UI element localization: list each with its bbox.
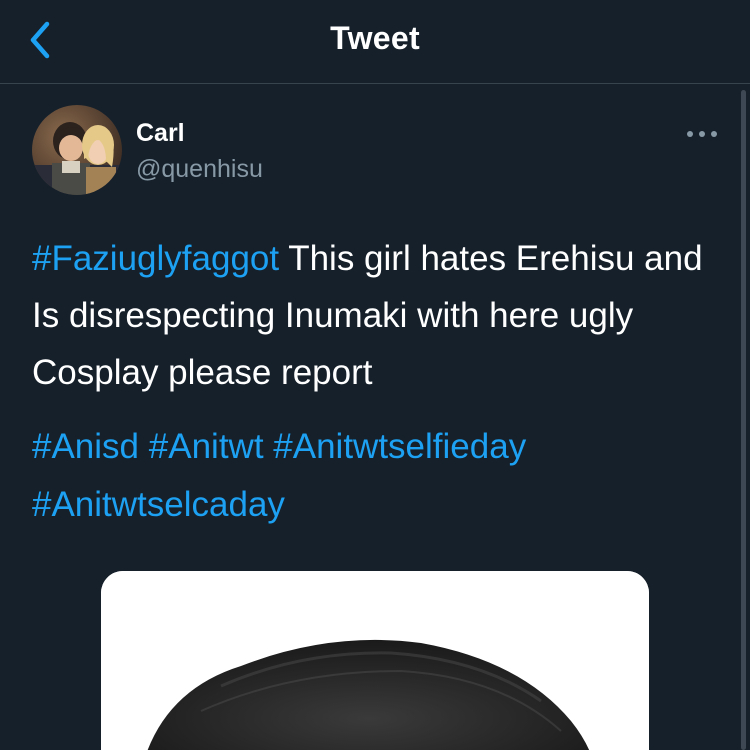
scrollbar[interactable]	[741, 90, 746, 750]
tweet-detail-screen: Tweet Carl @quenhisu #Faziuglyfaggot Thi…	[0, 0, 750, 750]
nav-header: Tweet	[0, 0, 750, 84]
hashtag-link[interactable]: #Anitwtselfieday	[273, 427, 526, 466]
hashtag-link[interactable]: #Anitwtselcaday	[32, 485, 285, 524]
page-title: Tweet	[330, 20, 420, 56]
tweet-media-image[interactable]	[101, 571, 649, 750]
author-handle[interactable]: @quenhisu	[136, 155, 263, 184]
tweet-text: #Faziuglyfaggot This girl hates Erehisu …	[32, 230, 712, 401]
avatar[interactable]	[32, 105, 122, 195]
tweet-author-row: Carl @quenhisu	[32, 105, 722, 197]
hashtag-link[interactable]: #Anitwt	[149, 427, 264, 466]
hashtag-list: #Anisd #Anitwt #Anitwtselfieday #Anitwts…	[32, 418, 712, 534]
more-horizontal-icon	[687, 131, 717, 137]
more-button[interactable]	[682, 119, 722, 149]
author-name[interactable]: Carl	[136, 119, 185, 148]
hashtag-link[interactable]: #Faziuglyfaggot	[32, 239, 279, 278]
hashtag-link[interactable]: #Anisd	[32, 427, 139, 466]
